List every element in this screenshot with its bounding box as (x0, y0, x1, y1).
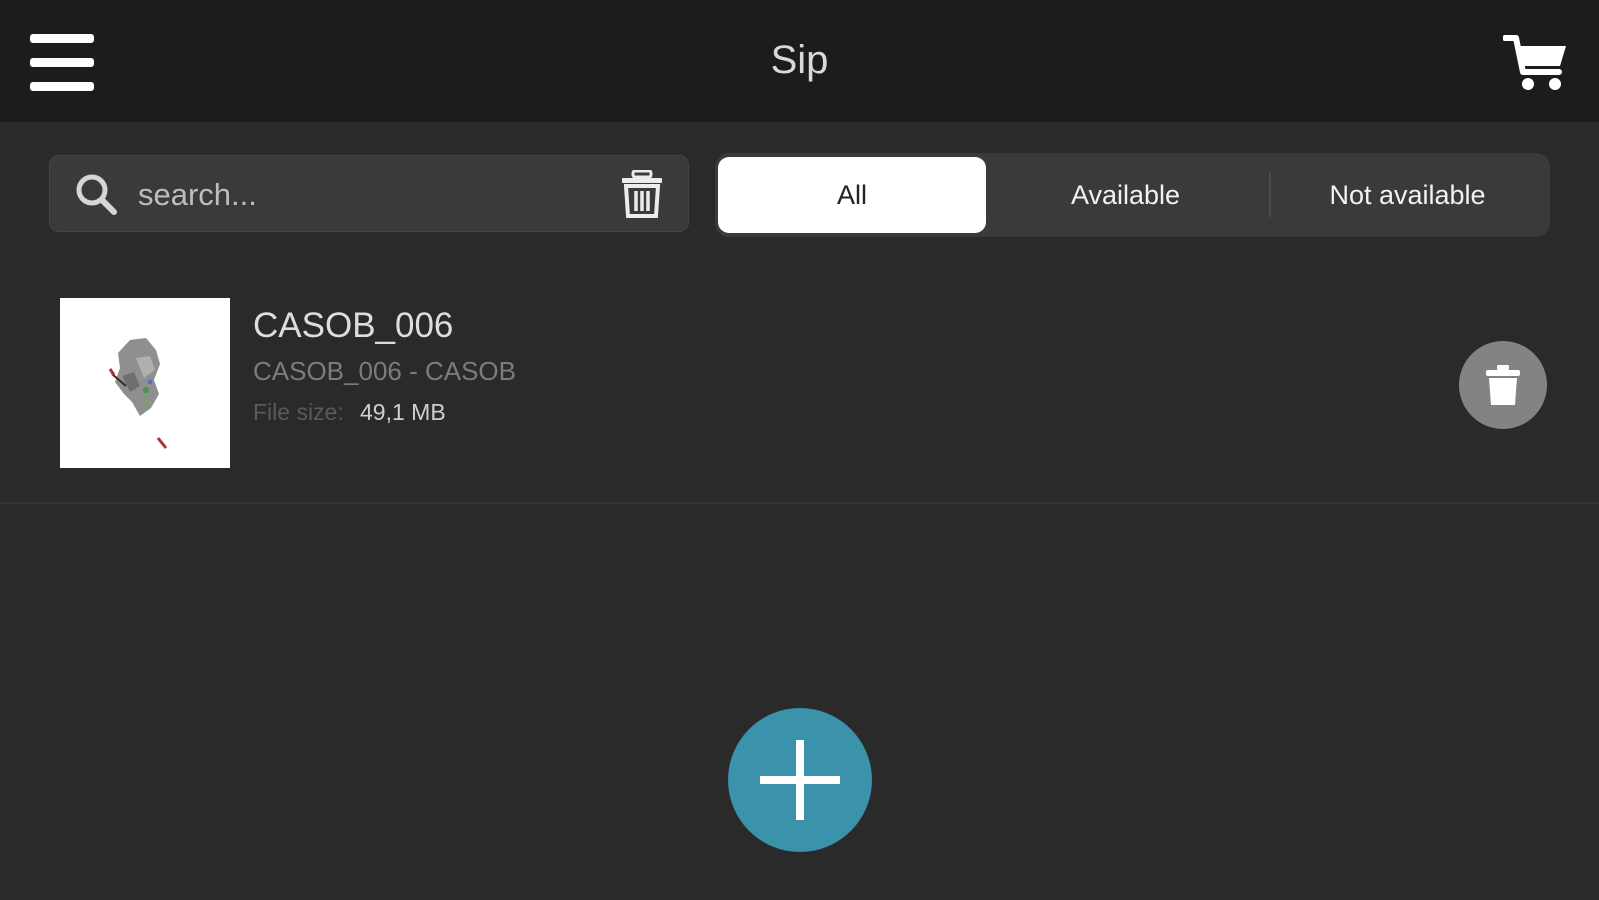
plus-icon (760, 740, 840, 820)
trash-icon[interactable] (620, 170, 664, 218)
delete-item-button[interactable] (1459, 341, 1547, 429)
file-size-label: File size: (253, 399, 344, 425)
page-title: Sip (770, 38, 829, 82)
list-item[interactable]: CASOB_006 CASOB_006 - CASOB File size: 4… (0, 282, 1599, 504)
search-icon (76, 174, 117, 215)
file-size-value: 49,1 MB (360, 399, 446, 425)
shopping-cart-icon[interactable] (1502, 32, 1569, 94)
item-subtitle: CASOB_006 - CASOB (253, 356, 516, 386)
map-thumbnail (60, 298, 230, 468)
filter-available[interactable]: Available (986, 157, 1265, 233)
availability-filter: All Available Not available (715, 153, 1550, 237)
search-bar (49, 155, 689, 232)
item-title: CASOB_006 (253, 306, 454, 345)
filter-all[interactable]: All (718, 157, 986, 233)
add-button[interactable] (728, 708, 872, 852)
search-input[interactable] (136, 166, 640, 223)
top-navigation-bar: Sip (0, 0, 1599, 122)
filter-not-available[interactable]: Not available (1268, 157, 1547, 233)
trash-icon (1486, 365, 1520, 405)
